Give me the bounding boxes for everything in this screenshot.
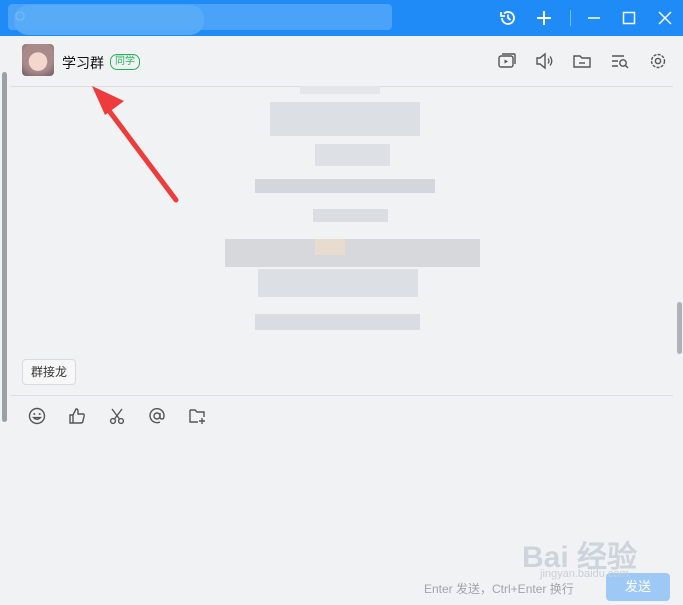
annotation-arrow-icon — [92, 86, 179, 203]
